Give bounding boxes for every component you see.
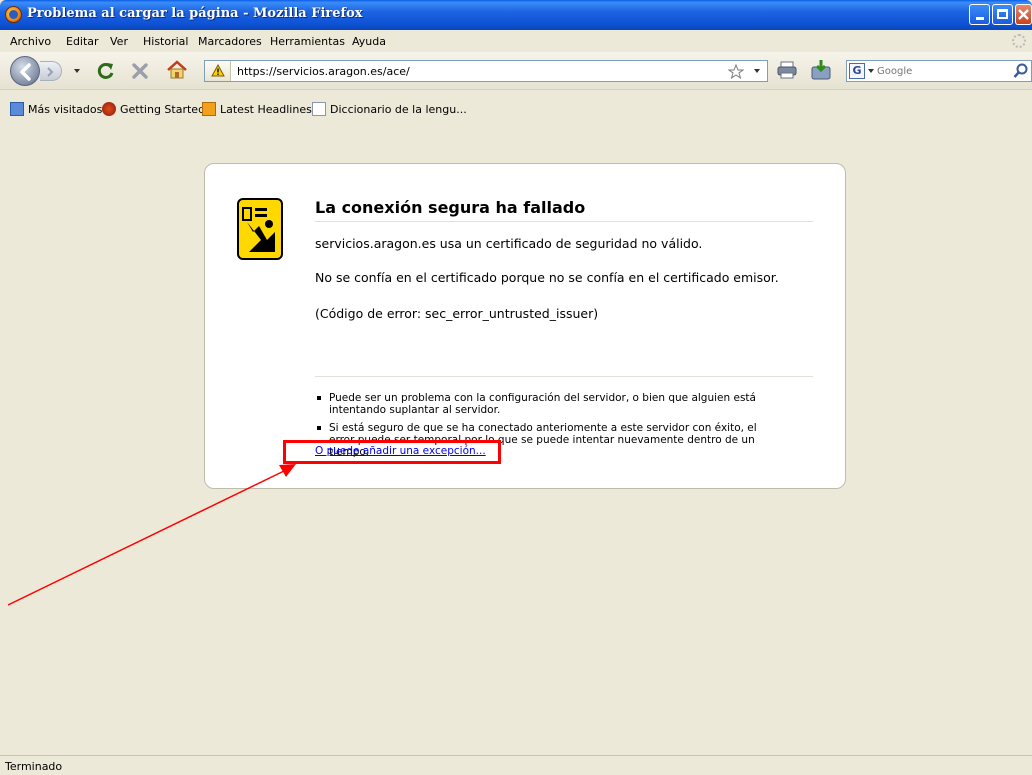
page-icon: [312, 102, 326, 116]
bookmark-label: Diccionario de la lengu...: [330, 102, 467, 116]
forward-arrow-icon: [47, 67, 54, 77]
home-icon[interactable]: [166, 60, 188, 80]
bookmark-label: Más visitados: [28, 102, 103, 116]
annotation-highlight-box: [283, 440, 501, 464]
close-button[interactable]: [1015, 4, 1032, 25]
bookmark-label: Latest Headlines: [220, 102, 312, 116]
reload-icon[interactable]: [96, 61, 116, 81]
engine-dropdown-icon[interactable]: [868, 69, 874, 73]
menu-historial[interactable]: Historial: [143, 35, 188, 48]
back-arrow-icon: [20, 63, 31, 81]
error-code: (Código de error: sec_error_untrusted_is…: [315, 306, 599, 321]
bookmark-mas-visitados[interactable]: Más visitados: [10, 101, 102, 117]
search-bar[interactable]: G: [846, 60, 1032, 82]
throbber-icon: [1012, 34, 1026, 48]
search-icon[interactable]: [1013, 63, 1029, 79]
error-description-2: No se confía en el certificado porque no…: [315, 270, 779, 285]
firefox-getting-started-icon: [102, 102, 116, 116]
status-bar: Terminado: [0, 755, 1032, 775]
maximize-button[interactable]: [992, 4, 1013, 25]
bookmarks-toolbar: Más visitados Getting Started Latest Hea…: [0, 98, 1032, 120]
url-text: https://servicios.aragon.es/ace/: [237, 65, 410, 78]
bullet-item: Puede ser un problema con la configuraci…: [315, 392, 785, 416]
menu-ver[interactable]: Ver: [110, 35, 128, 48]
navigation-toolbar: https://servicios.aragon.es/ace/ G: [0, 52, 1032, 90]
stop-icon[interactable]: [130, 61, 150, 81]
security-officer-icon: [237, 198, 283, 260]
bookmark-star-icon[interactable]: [728, 64, 744, 79]
menu-bar: Archivo Editar Ver Historial Marcadores …: [0, 30, 1032, 52]
url-dropdown-icon[interactable]: [754, 69, 760, 73]
divider: [315, 376, 813, 377]
menu-ayuda[interactable]: Ayuda: [352, 35, 386, 48]
bookmark-latest-headlines[interactable]: Latest Headlines: [202, 101, 312, 117]
error-description-1: servicios.aragon.es usa un certificado d…: [315, 236, 703, 251]
minimize-button[interactable]: [969, 4, 990, 25]
print-icon[interactable]: [776, 60, 798, 80]
history-dropdown-icon[interactable]: [74, 69, 80, 73]
back-button[interactable]: [10, 56, 40, 86]
firefox-icon: [5, 6, 22, 23]
menu-marcadores[interactable]: Marcadores: [198, 35, 262, 48]
window-title: Problema al cargar la página - Mozilla F…: [27, 6, 363, 21]
menu-editar[interactable]: Editar: [66, 35, 99, 48]
window-titlebar[interactable]: Problema al cargar la página - Mozilla F…: [0, 0, 1032, 30]
bookmark-label: Getting Started: [120, 102, 206, 116]
site-identity-button[interactable]: [205, 61, 231, 81]
url-bar[interactable]: https://servicios.aragon.es/ace/: [204, 60, 768, 82]
search-input[interactable]: [877, 63, 1007, 79]
forward-button[interactable]: [40, 61, 62, 81]
bookmark-diccionario[interactable]: Diccionario de la lengu...: [312, 101, 467, 117]
menu-archivo[interactable]: Archivo: [10, 35, 51, 48]
page-content: La conexión segura ha fallado servicios.…: [0, 121, 1032, 755]
menu-herramientas[interactable]: Herramientas: [270, 35, 345, 48]
error-title: La conexión segura ha fallado: [315, 198, 813, 222]
google-engine-icon[interactable]: G: [849, 63, 865, 79]
bookmark-getting-started[interactable]: Getting Started: [102, 101, 205, 117]
rss-feed-icon: [202, 102, 216, 116]
status-text: Terminado: [5, 760, 63, 773]
most-visited-icon: [10, 102, 24, 116]
warning-triangle-icon: [211, 64, 225, 77]
download-icon[interactable]: [810, 59, 832, 81]
